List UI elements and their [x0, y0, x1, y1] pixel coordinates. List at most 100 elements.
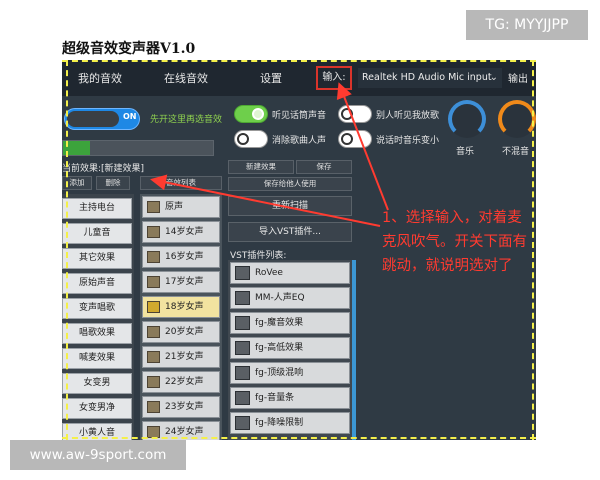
input-label-box: 输入:	[316, 66, 352, 90]
vst-plugin-label: fg-顶级混响	[255, 368, 304, 378]
voice-preset-icon	[147, 276, 160, 288]
voice-preset-item[interactable]: 14岁女声	[142, 221, 220, 243]
watermark-bottom: www.aw-9sport.com	[10, 440, 186, 470]
vst-plugin-item[interactable]: fg-音量条	[230, 387, 350, 409]
vst-plugin-list: RoVee MM-人声EQ fg-魔音效果 fg-高低效果 fg-顶级混响 fg-音量条 f…	[228, 260, 352, 440]
voice-preset-item[interactable]: 23岁女声	[142, 396, 220, 418]
voice-preset-label: 14岁女声	[165, 227, 204, 237]
vst-plugin-label: RoVee	[255, 268, 283, 278]
main-toggle-hint: 先开这里再选音效	[150, 115, 223, 125]
music-gauge-label: 音乐	[456, 147, 475, 157]
vst-plugin-label: fg-魔音效果	[255, 318, 304, 328]
input-device-value: Realtek HD Audio Mic input	[362, 72, 492, 83]
output-label: 输出	[508, 74, 528, 85]
switch-knob	[252, 108, 264, 120]
voice-preset-icon	[147, 201, 160, 213]
switch-knob	[341, 133, 353, 145]
voice-preset-label: 原声	[165, 202, 184, 212]
vst-plugin-item[interactable]: fg-魔音效果	[230, 312, 350, 334]
menu-online-effects[interactable]: 在线音效	[164, 70, 208, 86]
effect-category-button[interactable]: 喊麦效果	[62, 348, 132, 369]
voice-preset-label: 21岁女声	[165, 352, 204, 362]
current-effect-label: 当前效果:[新建效果]	[62, 164, 145, 174]
highlight-dashed-border	[62, 60, 536, 62]
voice-preset-label: 24岁女声	[165, 427, 204, 437]
effect-list-header[interactable]: 音效列表	[140, 176, 222, 190]
voice-preset-item[interactable]: 16岁女声	[142, 246, 220, 268]
switch-others-hear-music-label: 别人听见我放歌	[376, 111, 440, 121]
highlight-dashed-border	[532, 60, 534, 440]
save-button[interactable]: 保存	[296, 160, 352, 174]
vst-plugin-label: fg-音量条	[255, 393, 295, 403]
effect-category-button[interactable]: 女变男净	[62, 398, 132, 419]
watermark-top: TG: MYYJJPP	[466, 10, 588, 40]
toggle-knob	[67, 111, 119, 127]
voice-preset-label: 18岁女声	[165, 302, 204, 312]
input-device-select[interactable]: Realtek HD Audio Mic input ⌄	[358, 68, 502, 88]
switch-knob	[341, 108, 353, 120]
voice-preset-item[interactable]: 17岁女声	[142, 271, 220, 293]
voice-preset-label: 20岁女声	[165, 327, 204, 337]
no-mix-gauge-label: 不混音	[502, 147, 530, 157]
plugin-icon	[235, 366, 250, 380]
voice-preset-item[interactable]: 20岁女声	[142, 321, 220, 343]
vst-plugin-item[interactable]: RoVee	[230, 262, 350, 284]
effect-category-list: 主持电台 儿童音 其它效果 原始声音 变声唱歌 唱歌效果 喊麦效果 女变男 女变男净 小黄人音	[62, 194, 134, 440]
vst-plugin-item[interactable]: fg-顶级混响	[230, 362, 350, 384]
vst-plugin-item[interactable]: MM-人声EQ	[230, 287, 350, 309]
switch-remove-vocals[interactable]	[234, 130, 268, 148]
effect-category-button[interactable]: 主持电台	[62, 198, 132, 219]
voice-preset-label: 22岁女声	[165, 377, 204, 387]
voice-preset-icon	[147, 351, 160, 363]
effect-category-button[interactable]: 唱歌效果	[62, 323, 132, 344]
switch-remove-vocals-label: 消除歌曲人声	[272, 136, 327, 146]
plugin-icon	[235, 266, 250, 280]
voice-preset-icon	[147, 401, 160, 413]
voice-preset-icon	[147, 376, 160, 388]
menu-my-effects[interactable]: 我的音效	[78, 70, 122, 86]
voice-preset-icon	[147, 326, 160, 338]
main-effect-toggle[interactable]: ON	[64, 108, 140, 130]
voice-preset-item[interactable]: 22岁女声	[142, 371, 220, 393]
music-gauge-icon[interactable]	[448, 100, 486, 138]
switch-duck-music[interactable]	[338, 130, 372, 148]
app-title: 超级音效变声器V1.0	[62, 41, 196, 57]
highlight-dashed-border	[66, 60, 68, 440]
save-for-others-button[interactable]: 保存给他人使用	[228, 177, 352, 191]
delete-effect-button[interactable]: 删除	[96, 176, 130, 190]
voice-preset-item[interactable]: 21岁女声	[142, 346, 220, 368]
plugin-icon	[235, 316, 250, 330]
voice-preset-label: 16岁女声	[165, 252, 204, 262]
voice-preset-icon	[147, 226, 160, 238]
switch-hear-mic[interactable]	[234, 105, 268, 123]
vst-plugin-item[interactable]: fg-降噪限制	[230, 412, 350, 434]
voice-preset-icon	[147, 251, 160, 263]
plugin-icon	[235, 341, 250, 355]
highlight-dashed-border	[62, 437, 536, 439]
switch-others-hear-music[interactable]	[338, 105, 372, 123]
screenshot-canvas: TG: MYYJJPP 超级音效变声器V1.0 我的音效 在线音效 设置 输入:…	[0, 0, 600, 480]
no-mix-gauge-icon[interactable]	[498, 100, 536, 138]
vst-plugin-label: MM-人声EQ	[255, 293, 305, 303]
instruction-annotation: 1、选择输入，对着麦克风吹气。开关下面有跳动，就说明选对了	[382, 210, 527, 274]
voice-preset-item[interactable]: 原声	[142, 196, 220, 218]
switch-duck-music-label: 说话时音乐变小	[376, 136, 440, 146]
effect-category-button[interactable]: 儿童音	[62, 223, 132, 244]
effect-category-button[interactable]: 原始声音	[62, 273, 132, 294]
vst-plugin-item[interactable]: fg-高低效果	[230, 337, 350, 359]
effect-category-button[interactable]: 变声唱歌	[62, 298, 132, 319]
rescan-button[interactable]: 重新扫描	[228, 196, 352, 216]
import-vst-button[interactable]: 导入VST插件...	[228, 222, 352, 242]
vst-list-scrollbar[interactable]	[352, 260, 356, 440]
effect-category-button[interactable]: 女变男	[62, 373, 132, 394]
menu-settings[interactable]: 设置	[260, 70, 282, 86]
switch-knob	[237, 133, 249, 145]
plugin-icon	[235, 416, 250, 430]
voice-preset-list: 原声 14岁女声 16岁女声 17岁女声 18岁女声 20岁女声 21岁女声 22岁女声 23岁…	[140, 194, 222, 440]
effect-category-button[interactable]: 其它效果	[62, 248, 132, 269]
menu-bar: 我的音效 在线音效 设置 输入: Realtek HD Audio Mic in…	[62, 60, 536, 96]
chevron-down-icon: ⌄	[489, 72, 498, 83]
voice-preset-item[interactable]: 18岁女声	[142, 296, 220, 318]
vst-plugin-label: fg-降噪限制	[255, 418, 304, 428]
new-effect-button[interactable]: 新建效果	[228, 160, 294, 174]
